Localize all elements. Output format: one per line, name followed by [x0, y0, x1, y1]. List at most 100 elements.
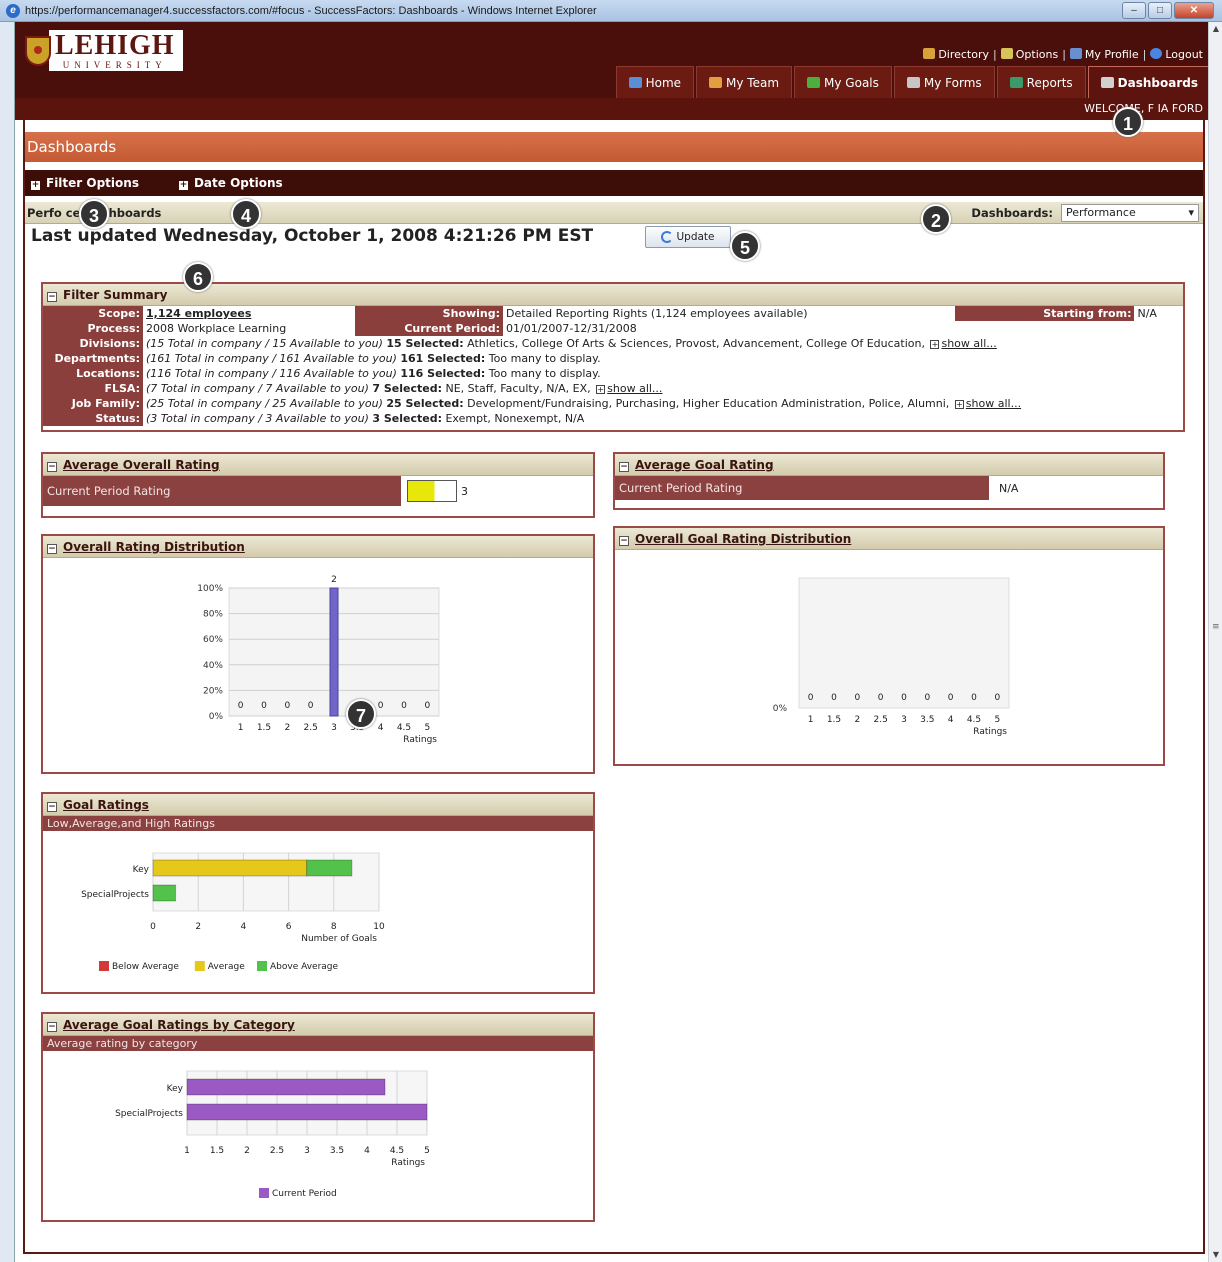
average-overall-rating-title: Average Overall Rating: [63, 458, 220, 472]
filter-summary-header[interactable]: − Filter Summary: [43, 284, 1183, 306]
vertical-scrollbar[interactable]: ▲ ≡ ▼: [1208, 22, 1222, 1262]
y-tick-label: 20%: [203, 686, 223, 696]
x-tick-label: 0: [150, 922, 156, 932]
table-row: Departments: (161 Total in company / 161…: [43, 351, 1183, 366]
bar: [329, 587, 339, 717]
average-goal-ratings-by-category-header[interactable]: − Average Goal Ratings by Category: [43, 1014, 593, 1036]
update-button[interactable]: Update: [645, 226, 731, 248]
x-tick-label: 3: [331, 723, 337, 733]
job-family-show-all-link[interactable]: show all...: [966, 397, 1021, 410]
goal-ratings-subtitle: Low,Average,and High Ratings: [43, 816, 593, 831]
table-row: Process: 2008 Workplace Learning Current…: [43, 321, 1183, 336]
options-link[interactable]: Options: [1000, 48, 1058, 61]
data-label: 0: [378, 701, 384, 711]
tab-my-goals[interactable]: My Goals: [794, 66, 892, 98]
y-tick-label: 40%: [203, 661, 223, 671]
plot-background: [798, 577, 1010, 709]
rating-gauge-bar: [407, 480, 457, 502]
average-overall-rating-header[interactable]: − Average Overall Rating: [43, 454, 593, 476]
goal-ratings-title: Goal Ratings: [63, 798, 149, 812]
scroll-down-icon[interactable]: ▼: [1209, 1248, 1222, 1262]
x-tick-label: 4.5: [390, 1146, 404, 1156]
locations-label: Locations:: [43, 366, 143, 381]
goal-ratings-header[interactable]: − Goal Ratings: [43, 794, 593, 816]
x-tick-label: 2: [854, 715, 860, 725]
ie-icon: e: [6, 3, 20, 18]
directory-link[interactable]: Directory: [923, 48, 989, 61]
minimize-button[interactable]: –: [1122, 2, 1146, 19]
collapse-icon[interactable]: −: [619, 536, 629, 546]
logout-link[interactable]: Logout: [1150, 48, 1203, 61]
collapse-icon[interactable]: −: [47, 292, 57, 302]
scope-link[interactable]: 1,124 employees: [146, 307, 251, 320]
overall-goal-rating-distribution-panel: − Overall Goal Rating Distribution 0% 0 1 0 1…: [613, 526, 1165, 766]
divisions-show-all-link[interactable]: show all...: [941, 337, 996, 350]
goal-ratings-chart: 0 2 4 6 8 10 Number of Goals Key SpecialProjects…: [81, 852, 385, 972]
goals-icon: [807, 77, 821, 88]
locations-selected: 116 Selected:: [400, 367, 486, 380]
scroll-grip-icon[interactable]: ≡: [1212, 622, 1220, 632]
expand-icon[interactable]: +: [954, 400, 964, 409]
collapse-icon[interactable]: −: [47, 1022, 57, 1032]
expand-icon: +: [178, 180, 188, 190]
tab-reports[interactable]: Reports: [996, 66, 1086, 98]
collapse-icon[interactable]: −: [47, 544, 57, 554]
overall-rating-distribution-header[interactable]: − Overall Rating Distribution: [43, 536, 593, 558]
annotation-badge-7: 7: [346, 699, 376, 729]
collapse-icon[interactable]: −: [619, 462, 629, 472]
collapse-icon[interactable]: −: [47, 462, 57, 472]
maximize-button[interactable]: □: [1148, 2, 1172, 19]
x-tick-label: 2.5: [304, 723, 318, 733]
university-logo[interactable]: LEHIGH UNIVERSITY: [25, 30, 183, 71]
x-tick-label: 1.5: [257, 723, 271, 733]
dashboards-select-label: Dashboards:: [971, 206, 1053, 220]
tab-dashboards[interactable]: Dashboards: [1087, 66, 1211, 98]
table-row: Locations: (116 Total in company / 116 A…: [43, 366, 1183, 381]
data-label: 2: [331, 575, 337, 585]
current-period-value: 01/01/2007-12/31/2008: [506, 322, 637, 335]
team-icon: [709, 77, 723, 88]
x-axis-label: Ratings: [403, 735, 437, 745]
x-axis-label: Number of Goals: [301, 934, 377, 944]
reports-icon: [1009, 77, 1023, 88]
flsa-show-all-link[interactable]: show all...: [607, 382, 662, 395]
bar: [152, 884, 177, 902]
expand-icon[interactable]: +: [596, 385, 606, 394]
filter-options-toggle[interactable]: + Filter Options: [31, 176, 139, 190]
locations-items: Too many to display.: [488, 367, 601, 380]
refresh-icon: [661, 231, 674, 243]
window-title: https://performancemanager4.successfacto…: [25, 4, 597, 17]
overall-rating-distribution-panel: − Overall Rating Distribution 100% 80% 60% 4…: [41, 534, 595, 774]
main-nav-tabs: Home My Team My Goals My Forms Reports D…: [614, 66, 1211, 98]
overall-goal-rating-distribution-header[interactable]: − Overall Goal Rating Distribution: [615, 528, 1163, 550]
divisions-availability: (15 Total in company / 15 Available to y…: [146, 337, 383, 350]
annotation-badge-3: 3: [79, 199, 109, 229]
overall-goal-rating-distribution-chart: 0% 0 1 0 1.5 0 2 0 2.5 0 3 0 3.5 0 4 0 4.5 0 5 Ratings: [773, 577, 1010, 737]
expand-icon: +: [31, 180, 40, 190]
collapse-icon[interactable]: −: [47, 802, 57, 812]
x-tick-label: 3: [304, 1146, 310, 1156]
profile-icon: [1069, 48, 1082, 59]
scroll-up-icon[interactable]: ▲: [1209, 22, 1222, 36]
dashboards-select[interactable]: Performance: [1061, 204, 1199, 222]
options-icon: [1000, 48, 1013, 59]
divisions-selected: 15 Selected:: [386, 337, 464, 350]
tab-home[interactable]: Home: [615, 66, 695, 98]
average-goal-rating-header[interactable]: − Average Goal Rating: [615, 454, 1163, 476]
dashboards-icon: [1100, 77, 1114, 88]
logout-icon: [1150, 48, 1163, 59]
date-options-toggle[interactable]: + Date Options: [178, 176, 283, 190]
table-row: Status: (3 Total in company / 3 Availabl…: [43, 411, 1183, 426]
expand-icon[interactable]: +: [930, 340, 940, 349]
update-button-label: Update: [676, 231, 715, 243]
x-tick-label: 2.5: [874, 715, 888, 725]
data-label: 0: [261, 701, 267, 711]
average-goal-rating-panel: − Average Goal Rating Current Period Rati…: [613, 452, 1165, 510]
tab-my-forms[interactable]: My Forms: [893, 66, 995, 98]
x-tick-label: 3: [901, 715, 907, 725]
x-tick-label: 5: [424, 1146, 430, 1156]
tab-my-team[interactable]: My Team: [696, 66, 793, 98]
tab-home-label: Home: [645, 75, 682, 90]
my-profile-link[interactable]: My Profile: [1069, 48, 1139, 61]
close-button[interactable]: ✕: [1174, 2, 1214, 19]
